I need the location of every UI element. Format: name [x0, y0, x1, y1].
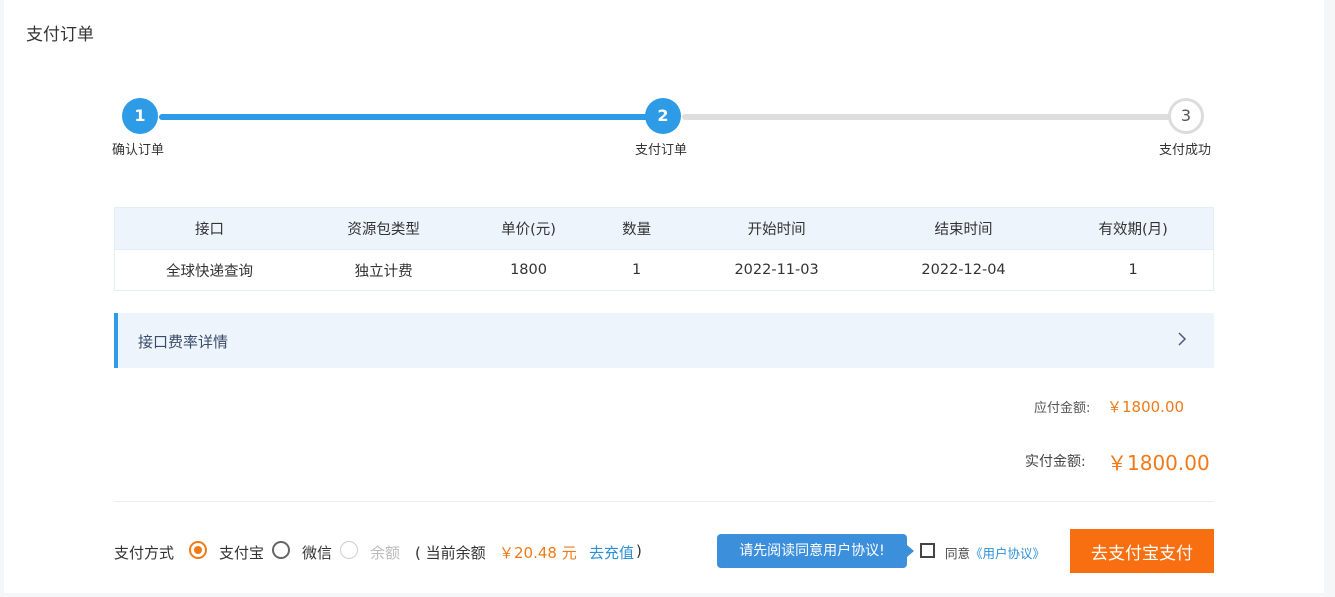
balance-value: ￥20.48 元 [499, 544, 577, 562]
recharge-link[interactable]: 去充值 [589, 542, 634, 563]
balance-suffix: ) [636, 542, 642, 560]
step-line-pending [682, 114, 1172, 120]
cell-api: 全球快递查询 [114, 249, 304, 291]
cell-package-type: 独立计费 [303, 249, 464, 291]
payment-method-label: 支付方式 [114, 544, 175, 562]
agreement-text: 同意《用户协议》 [945, 543, 1045, 562]
amount-due-value: ￥1800.00 [1107, 398, 1185, 416]
balance-prefix: ( 当前余额 [415, 544, 486, 562]
agreement-checkbox[interactable] [920, 543, 935, 558]
amount-paid-value: ￥1800.00 [1107, 451, 1210, 475]
rate-details-toggle[interactable]: 接口费率详情 [114, 313, 1214, 368]
col-header-start-time: 开始时间 [679, 207, 874, 250]
wechat-radio[interactable] [272, 541, 290, 559]
cell-unit-price: 1800 [463, 249, 594, 291]
cell-validity: 1 [1053, 249, 1214, 291]
table-header-row: 接口 资源包类型 单价(元) 数量 开始时间 结束时间 有效期(月) [114, 207, 1214, 250]
alipay-radio[interactable] [189, 541, 207, 559]
table-row: 全球快递查询 独立计费 1800 1 2022-11-03 2022-12-04… [114, 249, 1214, 291]
step-line-completed [159, 114, 649, 120]
user-agreement-link[interactable]: 《用户协议》 [970, 546, 1045, 561]
cell-end-time: 2022-12-04 [873, 249, 1054, 291]
alipay-pay-button[interactable]: 去支付宝支付 [1070, 529, 1214, 573]
step-3-circle: 3 [1168, 98, 1204, 134]
step-1-label: 确认订单 [112, 143, 165, 158]
step-1-circle: 1 [122, 98, 158, 134]
cell-start-time: 2022-11-03 [679, 249, 874, 291]
step-2-circle: 2 [645, 98, 681, 134]
col-header-api: 接口 [114, 207, 304, 250]
rate-details-label: 接口费率详情 [138, 333, 229, 351]
col-header-validity: 有效期(月) [1053, 207, 1214, 250]
divider [114, 501, 1214, 502]
col-header-package-type: 资源包类型 [303, 207, 464, 250]
order-table: 接口 资源包类型 单价(元) 数量 开始时间 结束时间 有效期(月) 全球快递查… [114, 207, 1214, 291]
agree-label: 同意 [945, 546, 971, 561]
col-header-quantity: 数量 [593, 207, 680, 250]
cell-quantity: 1 [593, 249, 680, 291]
step-3-label: 支付成功 [1159, 143, 1212, 158]
alipay-label[interactable]: 支付宝 [219, 542, 264, 563]
amount-paid-label: 实付金额: [1025, 454, 1086, 470]
progress-steps: 1 确认订单 2 支付订单 3 支付成功 [4, 0, 1324, 200]
balance-option-label: 余额 [370, 544, 401, 562]
step-2-label: 支付订单 [635, 143, 688, 158]
wechat-label[interactable]: 微信 [302, 542, 332, 563]
order-card: 支付订单 1 确认订单 2 支付订单 3 支付成功 接口 资源包类型 单价(元)… [4, 0, 1324, 593]
col-header-end-time: 结束时间 [873, 207, 1054, 250]
balance-radio[interactable] [340, 541, 358, 559]
chevron-right-icon [1178, 332, 1187, 346]
amount-due-label: 应付金额: [1034, 401, 1091, 416]
agreement-tooltip: 请先阅读同意用户协议! [717, 534, 914, 568]
col-header-unit-price: 单价(元) [463, 207, 594, 250]
